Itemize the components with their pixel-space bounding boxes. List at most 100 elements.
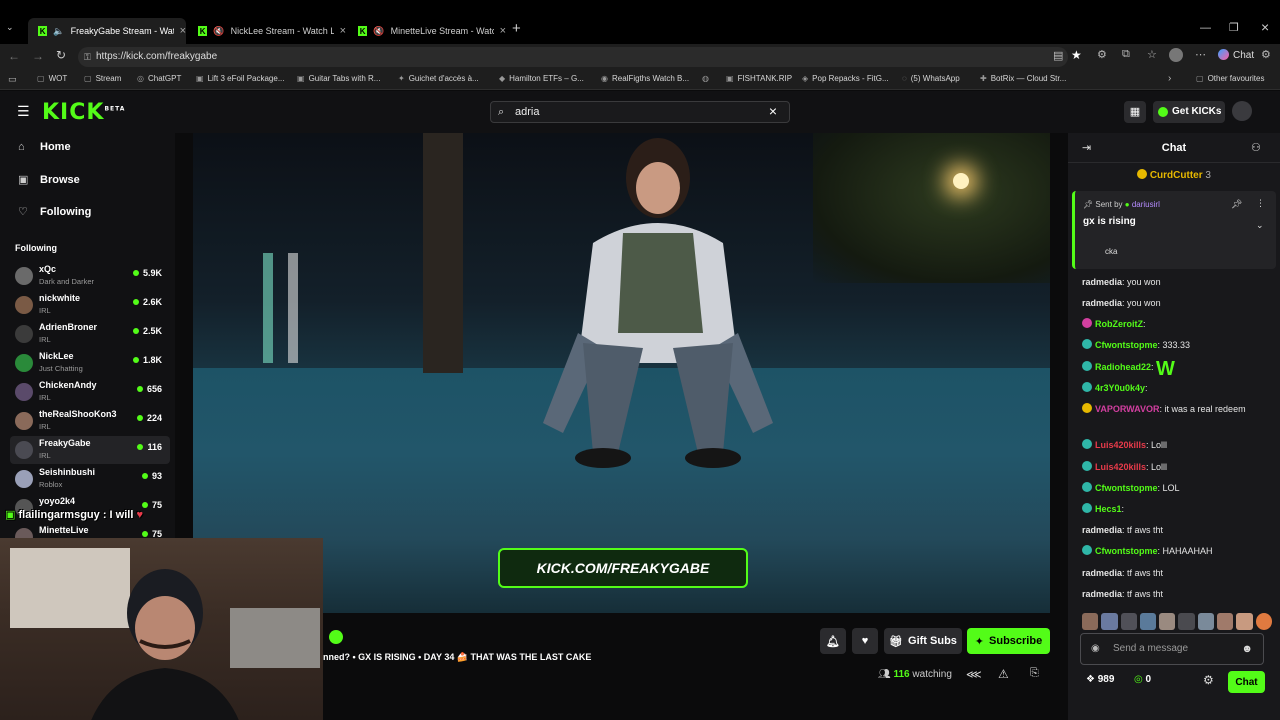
subscribe-button[interactable]: ✦ Subscribe [967, 628, 1050, 654]
pinned-more-icon[interactable]: ⋮ [1256, 198, 1265, 209]
share-icon[interactable]: ⋘ [966, 668, 982, 681]
clip-icon[interactable]: ⎘ [1030, 667, 1039, 680]
bookmark-item[interactable]: ▢ Stream [84, 74, 121, 83]
unpin-icon[interactable]: 📌︎ [1231, 199, 1242, 210]
emote-icon[interactable] [1120, 613, 1137, 630]
nav-browse[interactable]: ▣ Browse [18, 173, 80, 187]
following-channel[interactable]: AdrienBroner IRL 2.5K [10, 320, 170, 348]
bookmark-item[interactable]: ◉ RealFigths Watch B... [601, 74, 689, 83]
chat-username[interactable]: Cfwontstopme [1095, 483, 1158, 493]
following-channel-selected[interactable]: FreakyGabe IRL 116 [10, 436, 170, 464]
following-channel[interactable]: theRealShooKon3 IRL 224 [10, 407, 170, 435]
emote-icon[interactable] [1178, 613, 1195, 630]
nav-following[interactable]: ♡ Following [18, 205, 91, 219]
bookmark-item[interactable]: ✚ BotRix — Cloud Str... [980, 74, 1066, 83]
send-chat-button[interactable]: Chat [1228, 671, 1265, 693]
search-input[interactable]: ⌕ adria × [490, 101, 790, 123]
library-icon[interactable]: ▦ [1124, 101, 1146, 123]
bookmark-item[interactable]: ▣ Guitar Tabs with R... [297, 74, 380, 83]
chat-settings-gear-icon[interactable]: ⚙ [1203, 673, 1214, 687]
nav-home[interactable]: ⌂ Home [18, 141, 71, 153]
bookmark-item[interactable]: ◈ Pop Repacks - FitG... [802, 74, 889, 83]
chat-username[interactable]: radmedia [1082, 277, 1122, 287]
chat-username[interactable]: Hecs1 [1095, 504, 1122, 514]
emoji-picker-icon[interactable]: ☻ [1241, 634, 1253, 664]
bookmark-item[interactable]: ▣ Lift 3 eFoil Package... [196, 74, 285, 83]
following-channel[interactable]: NickLee Just Chatting 1.8K [10, 349, 170, 377]
emote-icon[interactable] [1197, 613, 1215, 630]
chat-username[interactable]: radmedia [1082, 589, 1122, 599]
emote-icon[interactable] [1101, 613, 1118, 630]
close-tab-icon[interactable]: × [340, 25, 346, 37]
reload-icon[interactable]: ↻ [56, 48, 66, 62]
following-channel[interactable]: ChickenAndy IRL 656 [10, 378, 170, 406]
chat-username[interactable]: Luis420kills [1095, 440, 1146, 450]
hamburger-menu-icon[interactable]: ☰ [17, 103, 30, 120]
chat-username[interactable]: VAPORWAVOR [1095, 404, 1160, 414]
user-avatar[interactable] [1232, 101, 1252, 121]
bookmark-item[interactable]: ◆ Hamilton ETFs – G... [499, 74, 584, 83]
tab-list-icon[interactable]: ⌄ [6, 22, 20, 36]
chat-username[interactable]: Cfwontstopme [1095, 546, 1158, 556]
speaker-icon[interactable]: 🔈 [53, 26, 64, 37]
browser-tab[interactable]: K 🔇 NickLee Stream - Watch Live × [188, 18, 346, 44]
chat-username[interactable]: RobZeroitZ [1095, 319, 1143, 329]
chat-username[interactable]: radmedia [1082, 568, 1122, 578]
following-channel[interactable]: Seishinbushi Roblox 93 [10, 465, 170, 493]
speaker-muted-icon[interactable]: 🔇 [213, 26, 224, 37]
close-tab-icon[interactable]: × [500, 25, 506, 37]
reader-view-icon[interactable]: ▤ [1053, 49, 1063, 62]
site-info-icon[interactable]: ⚿ [84, 47, 91, 67]
bookmark-item[interactable]: ◍ [702, 74, 713, 83]
kick-logo[interactable]: KICKBETA [42, 100, 125, 125]
bookmark-item[interactable]: ✦ Guichet d'accès à... [398, 74, 479, 83]
bookmark-item[interactable]: ◌ (5) WhatsApp [902, 74, 960, 83]
address-bar[interactable]: ⚿ https://kick.com/freakygabe [78, 47, 1068, 67]
chat-username[interactable]: Luis420kills [1095, 462, 1146, 472]
chat-username[interactable]: Cfwontstopme [1095, 340, 1158, 350]
close-tab-icon[interactable]: × [180, 25, 186, 37]
restore-icon[interactable]: ❐ [1229, 21, 1239, 34]
chat-username[interactable]: radmedia [1082, 298, 1122, 308]
browser-tab[interactable]: K 🔈 FreakyGabe Stream - Watch L × [28, 18, 186, 44]
top-gifter[interactable]: CurdCutter 3 [1068, 169, 1280, 181]
speaker-muted-icon[interactable]: 🔇 [373, 26, 384, 37]
emote-icon[interactable] [1139, 613, 1157, 630]
forward-icon[interactable]: → [32, 49, 44, 63]
gift-subs-button[interactable]: 🎁︎ Gift Subs [884, 628, 962, 654]
expand-chevron-down-icon[interactable]: ⌄ [1256, 220, 1264, 231]
more-menu-icon[interactable]: ⋯ [1195, 48, 1206, 61]
new-tab-icon[interactable]: + [512, 20, 521, 37]
extensions-icon[interactable]: ⚙ [1097, 48, 1107, 61]
favorite-star-icon[interactable]: ★ [1071, 48, 1082, 62]
follow-heart-button[interactable]: ♥ [852, 628, 878, 654]
bookmark-item[interactable]: ◎ ChatGPT [137, 74, 181, 83]
following-channel[interactable]: nickwhite IRL 2.6K [10, 291, 170, 319]
kicks-balance[interactable]: ❖ 989 [1086, 674, 1114, 685]
following-channel[interactable]: xQc Dark and Darker 5.9K [10, 262, 170, 290]
browser-tab[interactable]: K 🔇 MinetteLive Stream - Watch L × [348, 18, 506, 44]
emote-icon[interactable] [1217, 613, 1234, 630]
chevron-right-icon[interactable]: › [1168, 73, 1171, 84]
notification-bell-button[interactable]: 🔔︎ [820, 628, 846, 654]
other-favourites-folder[interactable]: ▢ Other favourites [1196, 74, 1264, 83]
channel-points[interactable]: ◎ 0 [1134, 674, 1151, 685]
report-warning-icon[interactable]: ⚠ [998, 667, 1009, 681]
emote-icon[interactable] [1255, 613, 1272, 630]
emote-icon[interactable] [1159, 613, 1176, 630]
split-screen-icon[interactable]: ⧉ [1122, 48, 1130, 61]
back-icon[interactable]: ← [8, 49, 20, 63]
emote-icon[interactable] [1082, 613, 1099, 630]
favorites-icon[interactable]: ☆ [1147, 48, 1157, 61]
chat-username[interactable]: Radiohead22 [1095, 362, 1151, 372]
profile-avatar[interactable] [1169, 48, 1183, 62]
chat-message-input[interactable]: ◉ Send a message ☻ [1080, 633, 1264, 665]
close-window-icon[interactable]: × [1261, 19, 1269, 35]
chat-username[interactable]: radmedia [1082, 525, 1122, 535]
chat-username[interactable]: 4r3Y0u0k4y [1095, 383, 1145, 393]
get-kicks-button[interactable]: Get KICKs [1153, 101, 1225, 123]
bookmark-item[interactable]: ▣ FISHTANK.RIP [726, 74, 792, 83]
bookmark-item[interactable]: ▢ WOT [37, 74, 67, 83]
emote-icon[interactable] [1236, 613, 1253, 630]
clear-search-icon[interactable]: × [769, 101, 777, 121]
